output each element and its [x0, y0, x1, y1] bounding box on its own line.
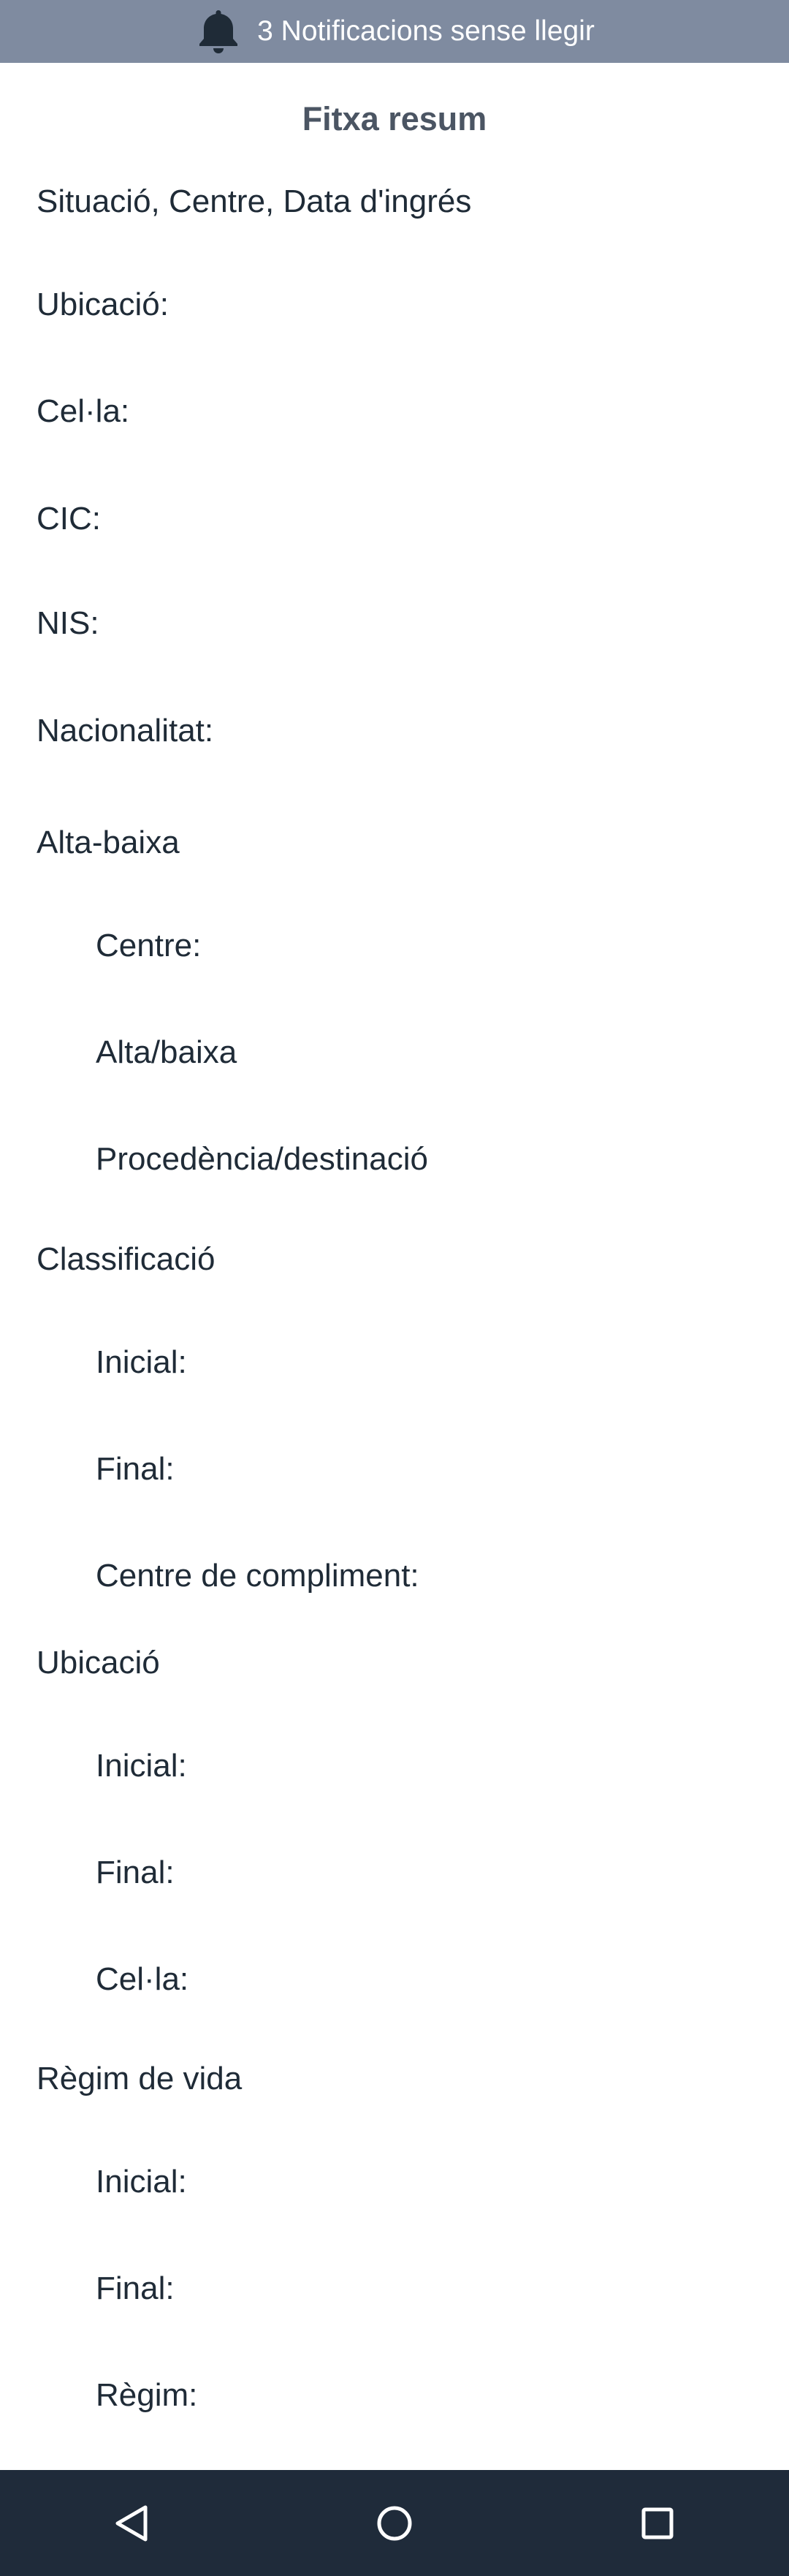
cella-field: Cel·la:: [37, 393, 130, 429]
ubicacio-inicial-field: Inicial:: [96, 1748, 187, 1784]
classificacio-centre-field: Centre de compliment:: [96, 1558, 419, 1594]
ubicacio-final-field: Final:: [96, 1855, 175, 1890]
home-circle-icon: [377, 2506, 412, 2540]
nacionalitat-field: Nacionalitat:: [37, 713, 214, 749]
home-button[interactable]: [343, 2483, 446, 2564]
bell-icon: [194, 6, 243, 57]
classificacio-inicial-field: Inicial:: [96, 1344, 187, 1380]
regim-inicial-field: Inicial:: [96, 2164, 187, 2200]
page-title: Fitxa resum: [302, 100, 487, 137]
recents-square-icon: [641, 2507, 674, 2539]
section-heading-classificacio: Classificació: [37, 1241, 216, 1277]
nis-field: NIS:: [37, 605, 99, 641]
section-heading-ubicacio: Ubicació: [37, 1645, 160, 1681]
ubicacio-field: Ubicació:: [37, 287, 169, 322]
summary-screen: 3 Notificacions sense llegir Fitxa resum…: [0, 0, 789, 2576]
cic-field: CIC:: [37, 501, 101, 537]
back-button[interactable]: [80, 2483, 183, 2564]
notification-text: 3 Notificacions sense llegir: [257, 15, 595, 47]
alta-baixa-status-field: Alta/baixa: [96, 1034, 237, 1070]
section-heading-regim-de-vida: Règim de vida: [37, 2061, 243, 2096]
alta-baixa-procedencia-field: Procedència/destinació: [96, 1141, 428, 1177]
alta-baixa-centre-field: Centre:: [96, 928, 202, 963]
recents-button[interactable]: [606, 2483, 709, 2564]
system-navigation-bar: [0, 2470, 789, 2576]
ubicacio-cella-field: Cel·la:: [96, 1961, 189, 1997]
regim-field: Règim:: [96, 2377, 198, 2413]
notification-banner[interactable]: 3 Notificacions sense llegir: [0, 0, 789, 63]
situacio-row: Situació, Centre, Data d'ingrés: [37, 183, 472, 219]
classificacio-final-field: Final:: [96, 1451, 175, 1487]
regim-final-field: Final:: [96, 2270, 175, 2306]
back-triangle-icon: [115, 2505, 148, 2541]
section-heading-alta-baixa: Alta-baixa: [37, 825, 180, 860]
